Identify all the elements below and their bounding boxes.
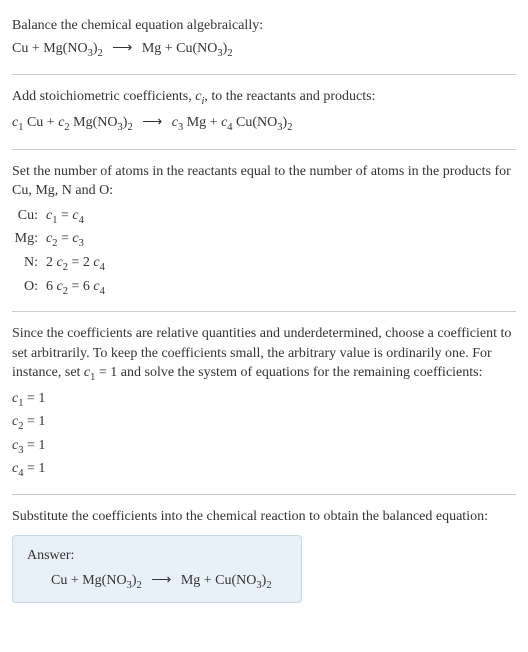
coef-line: c2 = 1 [12, 411, 516, 435]
section-solve: Since the coefficients are relative quan… [12, 316, 516, 490]
atom-equations-table: Cu: c1 = c4 Mg: c2 = c3 N: 2 c2 = 2 c4 O… [12, 205, 516, 299]
section-stoichiometric: Add stoichiometric coefficients, ci, to … [12, 79, 516, 144]
divider [12, 311, 516, 312]
divider [12, 149, 516, 150]
coef-line: c4 = 1 [12, 458, 516, 482]
coefficient-values: c1 = 1 c2 = 1 c3 = 1 c4 = 1 [12, 388, 516, 482]
arrow-icon: ⟶ [142, 115, 162, 130]
atom-row: Mg: c2 = c3 [12, 228, 516, 252]
answer-box: Answer: Cu + Mg(NO3)2 ⟶ Mg + Cu(NO3)2 [12, 535, 302, 604]
section-atoms: Set the number of atoms in the reactants… [12, 154, 516, 307]
divider [12, 494, 516, 495]
equation-original: Cu + Mg(NO3)2 ⟶ Mg + Cu(NO3)2 [12, 40, 516, 59]
divider [12, 74, 516, 75]
atom-row: N: 2 c2 = 2 c4 [12, 252, 516, 276]
solve-text: Since the coefficients are relative quan… [12, 324, 516, 386]
equation-with-coefficients: c1 Cu + c2 Mg(NO3)2 ⟶ c3 Mg + c4 Cu(NO3)… [12, 114, 516, 133]
stoich-title: Add stoichiometric coefficients, ci, to … [12, 87, 516, 109]
atoms-title: Set the number of atoms in the reactants… [12, 162, 516, 201]
coef-line: c3 = 1 [12, 435, 516, 459]
answer-label: Answer: [27, 548, 287, 564]
coef-line: c1 = 1 [12, 388, 516, 412]
atom-row: O: 6 c2 = 6 c4 [12, 276, 516, 300]
substitute-title: Substitute the coefficients into the che… [12, 507, 516, 527]
section-answer: Substitute the coefficients into the che… [12, 499, 516, 611]
section-balance: Balance the chemical equation algebraica… [12, 8, 516, 70]
arrow-icon: ⟶ [151, 573, 171, 588]
arrow-icon: ⟶ [112, 41, 132, 56]
balance-title: Balance the chemical equation algebraica… [12, 16, 516, 36]
atom-row: Cu: c1 = c4 [12, 205, 516, 229]
balanced-equation: Cu + Mg(NO3)2 ⟶ Mg + Cu(NO3)2 [27, 572, 287, 591]
